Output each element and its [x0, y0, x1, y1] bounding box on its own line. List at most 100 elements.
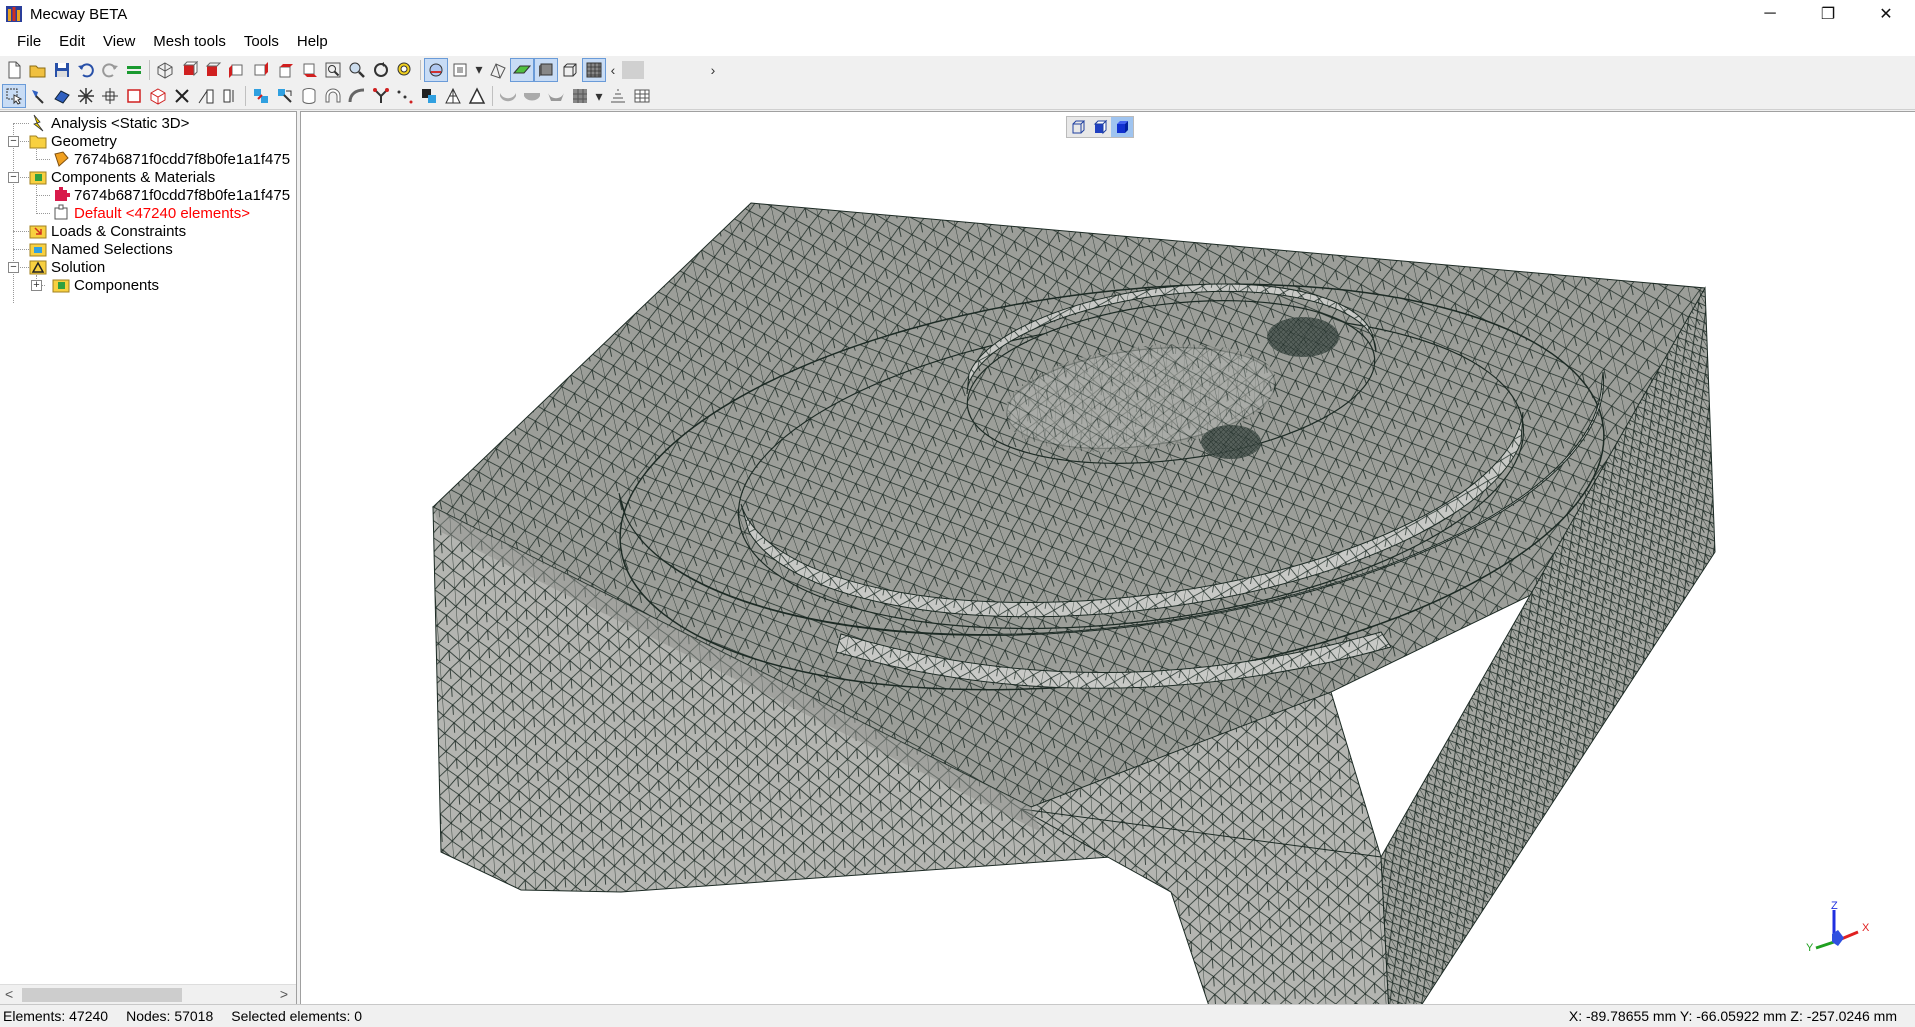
- cube-element-icon[interactable]: [147, 85, 169, 107]
- rotate-view-icon[interactable]: [370, 59, 392, 81]
- square-element-icon[interactable]: [123, 85, 145, 107]
- tree-label-component-file: 7674b6871f0cdd7f8b0fe1a1f475: [74, 186, 291, 204]
- delete-cross-icon[interactable]: [171, 85, 193, 107]
- view-iso-wire-icon[interactable]: [154, 59, 176, 81]
- shaded-surface-icon[interactable]: [510, 57, 534, 82]
- solid-cube-view-icon[interactable]: [1089, 117, 1111, 137]
- branch-icon[interactable]: [370, 85, 392, 107]
- undo-icon[interactable]: [75, 59, 97, 81]
- grid-mesh-icon[interactable]: [569, 85, 591, 107]
- renumber-icon[interactable]: [418, 85, 440, 107]
- zoom-area-icon[interactable]: [394, 59, 416, 81]
- folder-icon: [29, 135, 47, 149]
- axis-x-label: X: [1862, 922, 1870, 934]
- select-node-icon[interactable]: [27, 85, 49, 107]
- zoom-fit-icon[interactable]: [322, 59, 344, 81]
- node-line-icon[interactable]: [394, 85, 416, 107]
- chevron-right-icon[interactable]: ›: [706, 62, 720, 78]
- collapse-toggle-solution[interactable]: −: [8, 262, 19, 273]
- collapse-toggle-geometry[interactable]: −: [8, 136, 19, 147]
- close-button[interactable]: ✕: [1857, 0, 1915, 28]
- explode-icon[interactable]: [75, 85, 97, 107]
- bend-icon[interactable]: [346, 85, 368, 107]
- view-back-icon[interactable]: [202, 59, 224, 81]
- extrude-icon[interactable]: [195, 85, 217, 107]
- menu-edit[interactable]: Edit: [50, 28, 94, 56]
- merge-nodes-icon[interactable]: [274, 85, 296, 107]
- revolve-icon[interactable]: [219, 85, 241, 107]
- menu-view[interactable]: View: [94, 28, 144, 56]
- shell-offset-icon[interactable]: [497, 85, 519, 107]
- chevron-down-icon[interactable]: ▾: [592, 88, 606, 105]
- status-selected: Selected elements: 0: [231, 1008, 363, 1024]
- open-folder-icon[interactable]: [27, 59, 49, 81]
- playback-slider[interactable]: [622, 60, 644, 79]
- tree-label-geometry-file: 7674b6871f0cdd7f8b0fe1a1f475: [74, 150, 291, 168]
- status-bar: Elements: 47240 Nodes: 57018 Selected el…: [0, 1004, 1915, 1027]
- hidden-line-icon[interactable]: [559, 59, 581, 81]
- select-element-icon[interactable]: [51, 85, 73, 107]
- scroll-right-arrow[interactable]: >: [280, 986, 288, 1002]
- window-title: Mecway BETA: [30, 5, 128, 23]
- axis-z-label: Z: [1831, 900, 1838, 912]
- view-bottom-icon[interactable]: [298, 59, 320, 81]
- menu-help[interactable]: Help: [288, 28, 337, 56]
- mesh-model[interactable]: [301, 112, 1915, 1004]
- refine-icon[interactable]: [250, 85, 272, 107]
- select-pointer-icon[interactable]: [2, 84, 26, 108]
- components-icon: [52, 279, 70, 293]
- tree-label-default-material: Default <47240 elements>: [74, 204, 250, 222]
- menu-file[interactable]: File: [8, 28, 50, 56]
- solid-from-shell-icon[interactable]: [545, 85, 567, 107]
- cylinder-icon[interactable]: [298, 85, 320, 107]
- title-bar: Mecway BETA ─ ❐ ✕: [0, 0, 1915, 28]
- menu-mesh-tools[interactable]: Mesh tools: [144, 28, 235, 56]
- view-right-icon[interactable]: [250, 59, 272, 81]
- new-file-icon[interactable]: [3, 59, 25, 81]
- view-top-icon[interactable]: [274, 59, 296, 81]
- scroll-thumb[interactable]: [22, 988, 182, 1002]
- mecway-app-icon: [5, 5, 23, 23]
- mesh-display-icon[interactable]: [582, 57, 606, 82]
- equals-icon[interactable]: [123, 59, 145, 81]
- shell-thicken-icon[interactable]: [521, 85, 543, 107]
- restore-button[interactable]: ❐: [1799, 0, 1857, 28]
- zoom-icon[interactable]: [346, 59, 368, 81]
- status-elements: Elements: 47240: [3, 1008, 109, 1024]
- triangle-mesh-icon[interactable]: [442, 85, 464, 107]
- shaded-edges-icon[interactable]: [534, 57, 558, 82]
- table-icon[interactable]: [631, 85, 653, 107]
- split-icon[interactable]: [99, 85, 121, 107]
- shaded-cube-view-icon[interactable]: [1111, 117, 1133, 137]
- triangle-icon[interactable]: [466, 85, 488, 107]
- toolbar-separator: [492, 86, 493, 106]
- expand-toggle-solution-components[interactable]: +: [31, 280, 42, 291]
- scroll-left-arrow[interactable]: <: [5, 986, 13, 1002]
- chevron-left-icon[interactable]: ‹: [606, 62, 620, 78]
- section-view-dropdown-icon[interactable]: [449, 59, 471, 81]
- redo-icon[interactable]: [99, 59, 121, 81]
- tree-horizontal-scrollbar[interactable]: < >: [0, 984, 296, 1004]
- outline-tree-panel: Analysis <Static 3D> − Geometry 7674b687…: [0, 111, 297, 1004]
- components-icon: [29, 171, 47, 185]
- wireframe-icon[interactable]: [487, 59, 509, 81]
- align-icon[interactable]: [607, 85, 629, 107]
- toolbar-separator: [149, 59, 150, 80]
- tree-item-solution-components[interactable]: Components: [52, 274, 159, 296]
- selection-toolbar: ▾: [0, 83, 1915, 110]
- collapse-toggle-components[interactable]: −: [8, 172, 19, 183]
- view-front-icon[interactable]: [178, 59, 200, 81]
- menu-tools[interactable]: Tools: [235, 28, 288, 56]
- save-icon[interactable]: [51, 59, 73, 81]
- minimize-button[interactable]: ─: [1741, 0, 1799, 28]
- view-left-icon[interactable]: [226, 59, 248, 81]
- tree-label-analysis: Analysis <Static 3D>: [51, 114, 190, 132]
- wire-cube-view-icon[interactable]: [1067, 117, 1089, 137]
- 3d-viewport[interactable]: Z X Y: [300, 111, 1915, 1004]
- tree-label-geometry: Geometry: [51, 132, 117, 150]
- display-mode-icon[interactable]: [424, 57, 448, 82]
- chevron-down-icon[interactable]: ▾: [472, 61, 486, 78]
- tree-label-loads-constraints: Loads & Constraints: [51, 222, 187, 240]
- arch-icon[interactable]: [322, 85, 344, 107]
- tree-label-solution-components: Components: [74, 276, 160, 294]
